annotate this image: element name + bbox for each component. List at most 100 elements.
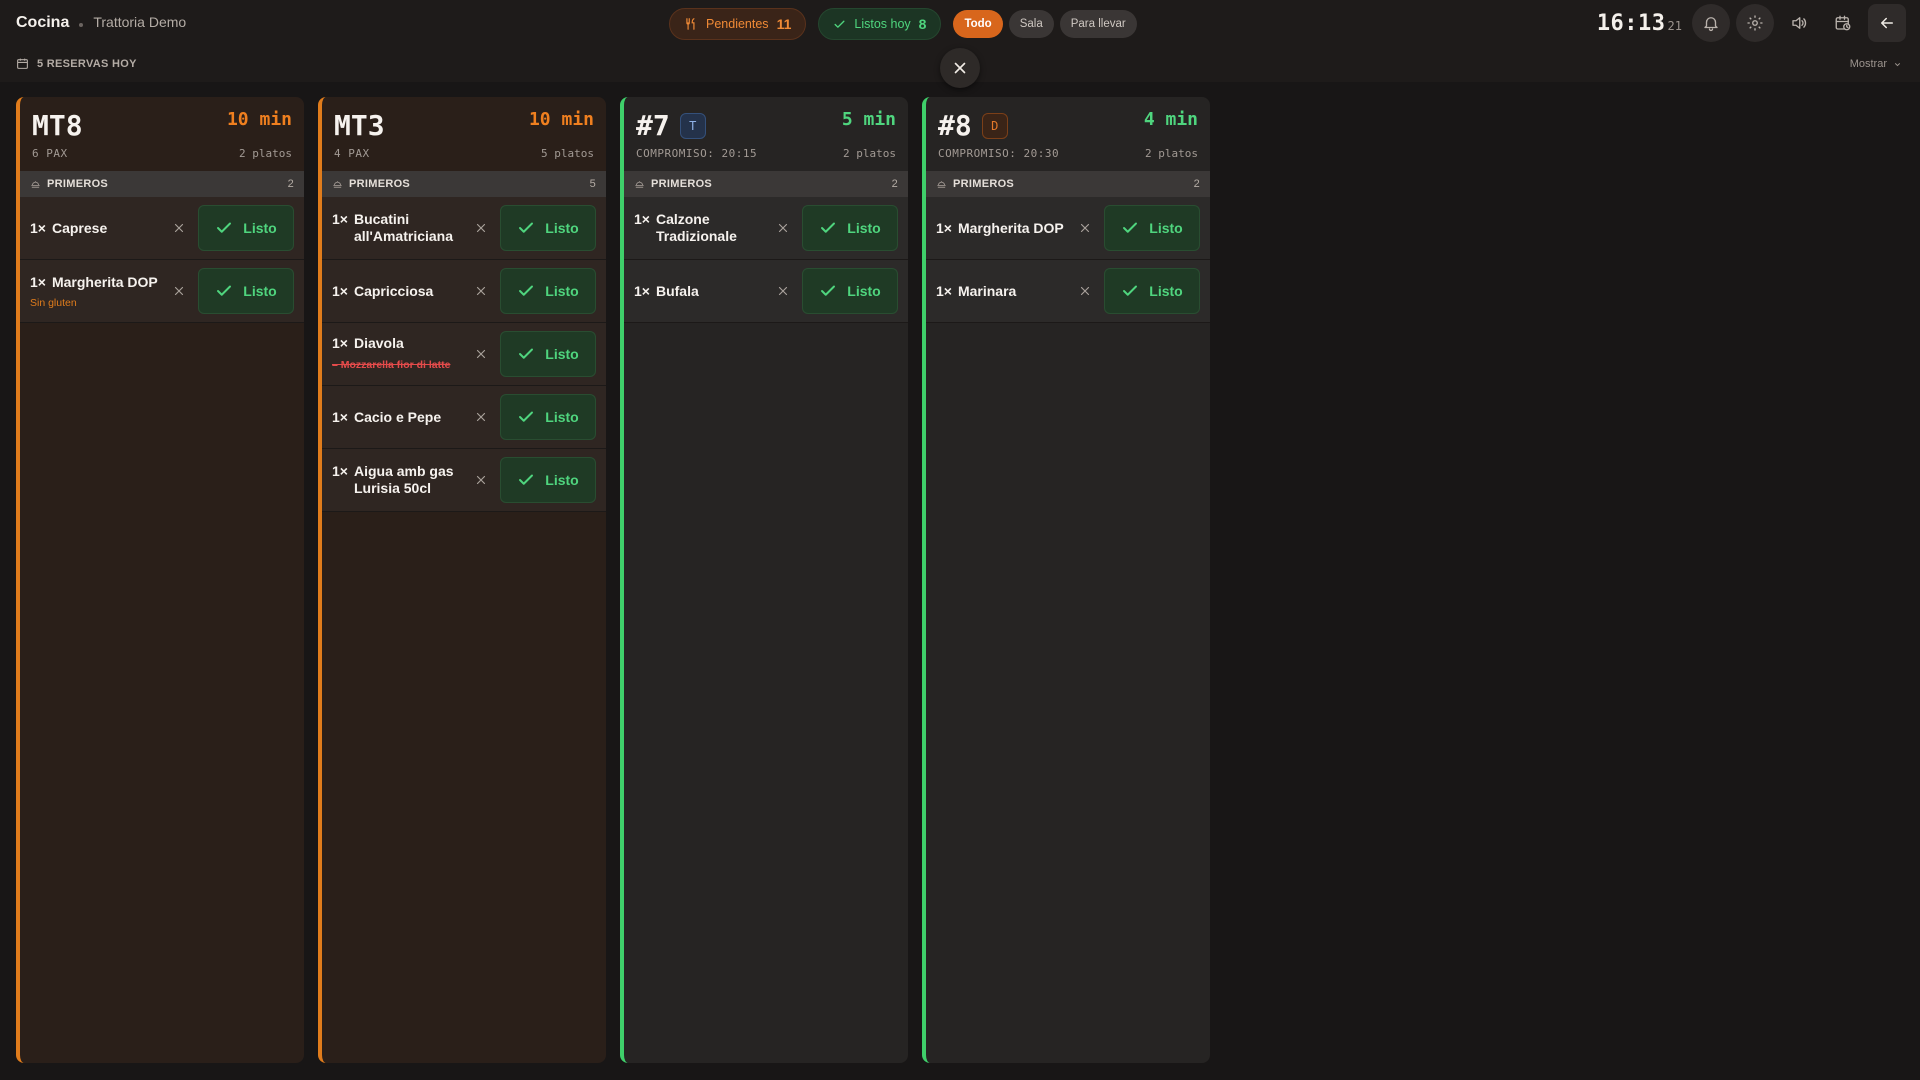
ticket-card[interactable]: MT8 10 min 6 PAX 2 platos PRIMEROS 2 1× … (16, 97, 304, 1063)
course-section: PRIMEROS 2 (926, 171, 1210, 197)
item-line: 1× Bufala (634, 283, 764, 300)
dish-count: 2 platos (239, 147, 292, 160)
remove-item-button[interactable] (772, 217, 794, 239)
remove-item-button[interactable] (470, 406, 492, 428)
check-icon (1121, 219, 1139, 237)
item-name: Diavola (353, 335, 404, 351)
ticket-id: MT8 (32, 109, 83, 142)
remove-item-button[interactable] (168, 280, 190, 302)
listo-label: Listo (847, 283, 881, 299)
item-modifier: – Mozzarella fior di latte (332, 359, 451, 371)
item-info: 1× Calzone Tradizionale (634, 211, 764, 245)
item-name: Bucatini all'Amatriciana (353, 211, 454, 244)
mark-ready-button[interactable]: Listo (1104, 205, 1200, 251)
cloche-icon (30, 179, 41, 190)
remove-item-button[interactable] (470, 343, 492, 365)
ticket-card[interactable]: #8 D 4 min COMPROMISO: 20:30 2 platos PRI… (922, 97, 1210, 1063)
item-line: 1× Diavola (332, 335, 462, 352)
ticket-id: MT3 (334, 109, 385, 142)
remove-item-button[interactable] (168, 217, 190, 239)
close-icon (954, 62, 966, 74)
course-section: PRIMEROS 5 (322, 171, 606, 197)
check-icon (215, 282, 233, 300)
table-number: #7 (636, 109, 670, 142)
settings-button[interactable] (1736, 4, 1774, 42)
check-icon (215, 219, 233, 237)
filter-todo[interactable]: Todo (953, 10, 1003, 38)
item-quantity: 1× (332, 211, 348, 227)
item-line: 1× Aigua amb gas Lurisia 50cl (332, 463, 462, 497)
mark-ready-button[interactable]: Listo (1104, 268, 1200, 314)
mark-ready-button[interactable]: Listo (802, 268, 898, 314)
item-quantity: 1× (634, 282, 650, 299)
check-icon (517, 282, 535, 300)
listo-label: Listo (545, 472, 579, 488)
remove-item-button[interactable] (772, 280, 794, 302)
course-section: PRIMEROS 2 (20, 171, 304, 197)
ready-pill[interactable]: Listos hoy 8 (818, 8, 942, 40)
item-line: 1× Calzone Tradizionale (634, 211, 764, 245)
mark-ready-button[interactable]: Listo (198, 268, 294, 314)
app-title: Cocina (16, 14, 70, 31)
elapsed-time: 4 min (1143, 109, 1198, 130)
mark-ready-button[interactable]: Listo (500, 394, 596, 440)
mark-ready-button[interactable]: Listo (500, 331, 596, 377)
arrow-left-icon (1881, 17, 1893, 29)
order-item: 1× Capricciosa Listo (322, 260, 606, 323)
order-item: 1× Aigua amb gas Lurisia 50cl Listo (322, 449, 606, 512)
remove-item-button[interactable] (470, 469, 492, 491)
section-title: PRIMEROS (651, 178, 713, 190)
item-name: Calzone Tradizionale (655, 211, 737, 244)
item-line: 1× Cacio e Pepe (332, 409, 462, 426)
check-icon (517, 471, 535, 489)
item-info: 1× Aigua amb gas Lurisia 50cl (332, 463, 462, 497)
ticket-card[interactable]: #7 T 5 min COMPROMISO: 20:15 2 platos PRI… (620, 97, 908, 1063)
listo-label: Listo (545, 283, 579, 299)
schedule-button[interactable] (1824, 4, 1862, 42)
ticket-meta: COMPROMISO: 20:15 (636, 147, 758, 160)
order-item: 1× Calzone Tradizionale Listo (624, 197, 908, 260)
item-quantity: 1× (30, 273, 46, 290)
mark-ready-button[interactable]: Listo (500, 268, 596, 314)
mark-ready-button[interactable]: Listo (198, 205, 294, 251)
mark-ready-button[interactable]: Listo (500, 205, 596, 251)
close-icon (1078, 284, 1092, 298)
filter-sala[interactable]: Sala (1008, 10, 1054, 38)
item-line: 1× Margherita DOP (30, 274, 160, 291)
reservations-indicator[interactable]: 5 RESERVAS HOY (16, 57, 137, 70)
mark-ready-button[interactable]: Listo (500, 457, 596, 503)
section-count: 2 (891, 178, 898, 190)
remove-item-button[interactable] (1074, 217, 1096, 239)
item-name: Bufala (655, 282, 699, 299)
close-button[interactable] (940, 48, 980, 88)
item-name: Margherita DOP (51, 273, 158, 290)
remove-item-button[interactable] (470, 217, 492, 239)
ticket-card[interactable]: MT3 10 min 4 PAX 5 platos PRIMEROS 5 1× … (318, 97, 606, 1063)
mostrar-dropdown[interactable]: Mostrar (1850, 58, 1902, 70)
item-quantity: 1× (332, 463, 348, 479)
filter-para-llevar[interactable]: Para llevar (1059, 10, 1137, 38)
sound-button[interactable] (1780, 4, 1818, 42)
brand: Cocina Trattoria Demo (16, 14, 186, 32)
close-icon (474, 473, 488, 487)
reservations-text: 5 RESERVAS HOY (37, 57, 137, 70)
pending-label: Pendientes (706, 17, 769, 31)
item-line: 1× Bucatini all'Amatriciana (332, 211, 462, 245)
remove-item-button[interactable] (1074, 280, 1096, 302)
pending-pill[interactable]: Pendientes 11 (669, 8, 807, 40)
item-name: Margherita DOP (957, 219, 1064, 236)
right-controls: 16:13 21 (1597, 4, 1906, 42)
item-quantity: 1× (634, 211, 650, 227)
cloche-icon (332, 179, 343, 190)
item-info: 1× Bucatini all'Amatriciana (332, 211, 462, 245)
notifications-button[interactable] (1692, 4, 1730, 42)
mark-ready-button[interactable]: Listo (802, 205, 898, 251)
check-icon (1121, 282, 1139, 300)
listo-label: Listo (1149, 220, 1183, 236)
center-controls: Pendientes 11 Listos hoy 8 Todo Sala Par… (669, 8, 1137, 40)
item-name: Caprese (51, 219, 108, 236)
ready-count: 8 (918, 16, 927, 32)
back-button[interactable] (1868, 4, 1906, 42)
remove-item-button[interactable] (470, 280, 492, 302)
order-item: 1× Marinara Listo (926, 260, 1210, 323)
